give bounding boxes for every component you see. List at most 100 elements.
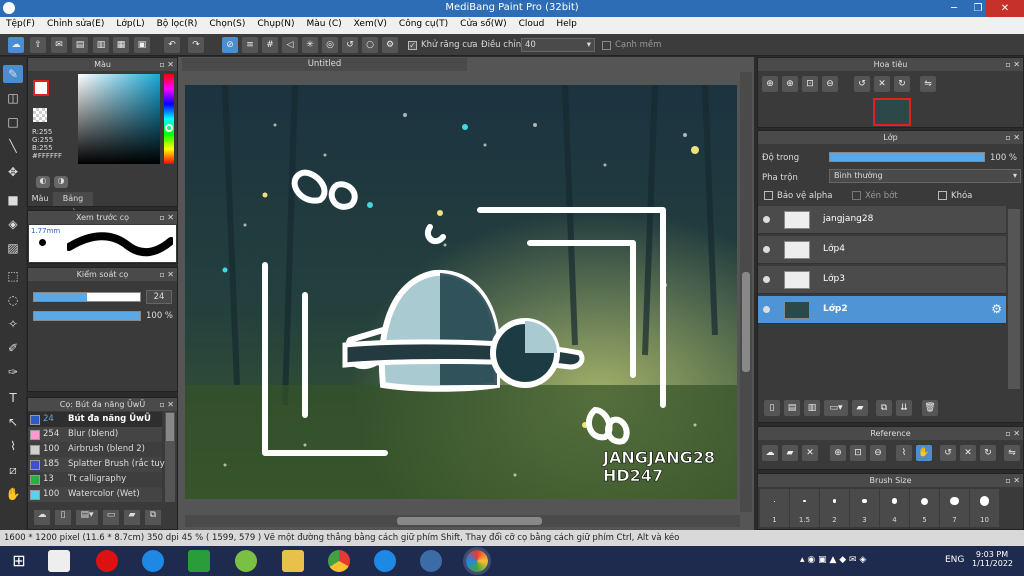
new-1bit-layer-icon[interactable]: ▥: [804, 400, 820, 416]
snap-vanish-icon[interactable]: ◁: [282, 37, 298, 53]
antialias-checkbox[interactable]: ✓: [408, 41, 417, 50]
brush-list-item[interactable]: 254 Blur (blend): [28, 427, 162, 442]
move-tool-icon[interactable]: ✥: [3, 163, 23, 181]
reference-close-icon[interactable]: ✕: [802, 445, 818, 461]
reference-reset-icon[interactable]: ✕: [960, 445, 976, 461]
layer-settings-icon[interactable]: ⚙: [991, 302, 1002, 316]
fit-icon[interactable]: ⊡: [802, 76, 818, 92]
cloud-icon[interactable]: ☁: [8, 37, 24, 53]
hue-handle[interactable]: [165, 124, 173, 132]
zoom-out-icon[interactable]: ⊖: [822, 76, 838, 92]
tab-palette[interactable]: Bảng màu: [53, 192, 93, 217]
new-brush-icon[interactable]: ▯: [55, 510, 71, 525]
brush-tool-icon[interactable]: ✎: [3, 65, 23, 83]
reference-open-icon[interactable]: ▰: [782, 445, 798, 461]
reference-cloud-icon[interactable]: ☁: [762, 445, 778, 461]
layer-row[interactable]: Lớp2 ⚙: [758, 296, 1006, 324]
gradient-tool-icon[interactable]: ▨: [3, 239, 23, 257]
chrome-profile-icon[interactable]: [420, 550, 442, 572]
menu-filter[interactable]: Bộ lọc(R): [151, 17, 204, 29]
brush-duplicate-icon[interactable]: ⧉: [145, 510, 161, 525]
divide-tool-icon[interactable]: ⧄: [3, 461, 23, 479]
reference-hand-icon[interactable]: ✋: [916, 445, 932, 461]
eraser-tool-icon[interactable]: ◫: [3, 89, 23, 107]
doc-icon[interactable]: ▥: [93, 37, 109, 53]
delete-layer-icon[interactable]: 🗑: [922, 400, 938, 416]
bucket-tool-icon[interactable]: ◈: [3, 215, 23, 233]
brush-size-cell[interactable]: 7: [940, 489, 969, 527]
share-icon[interactable]: ⇪: [30, 37, 46, 53]
menu-edit[interactable]: Chỉnh sửa(E): [41, 17, 110, 29]
brush-menu-icon[interactable]: ▤▾: [76, 510, 98, 525]
snap-radial-icon[interactable]: ✳: [302, 37, 318, 53]
brush-list-item[interactable]: 100 Airbrush (blend 2): [28, 442, 162, 457]
layer-visibility-icon[interactable]: [763, 306, 770, 313]
zoom-in-icon[interactable]: ⊕: [782, 76, 798, 92]
panel-close-icon[interactable]: ▫ ✕: [159, 268, 174, 281]
menu-select[interactable]: Chọn(S): [203, 17, 251, 29]
menu-view[interactable]: Xem(V): [348, 17, 393, 29]
brush-list-item[interactable]: 24 Bút đa năng ŪwŪ: [28, 412, 162, 427]
hand-tool-icon[interactable]: ✋: [3, 485, 23, 503]
brush-size-cell[interactable]: 5: [910, 489, 939, 527]
layer-visibility-icon[interactable]: [763, 216, 770, 223]
rotate-icon[interactable]: ↺: [854, 76, 870, 92]
brush-size-slider[interactable]: [33, 292, 141, 302]
new-layer-icon[interactable]: ▯: [764, 400, 780, 416]
brush-size-cell[interactable]: 2: [820, 489, 849, 527]
grid-icon[interactable]: ▦: [113, 37, 129, 53]
flip-icon[interactable]: ⇋: [920, 76, 936, 92]
add-brush-cloud-icon[interactable]: ☁: [34, 510, 50, 525]
foreground-color-swatch[interactable]: [33, 80, 49, 96]
select-eraser-icon[interactable]: ✑: [3, 363, 23, 381]
protect-alpha-checkbox[interactable]: [764, 191, 773, 200]
layer-visibility-icon[interactable]: [763, 246, 770, 253]
palette-icon[interactable]: ◑: [54, 176, 68, 188]
dropper-icon[interactable]: ⌇: [3, 437, 23, 455]
sharp-edge-checkbox[interactable]: [602, 41, 611, 50]
tray-icons[interactable]: ▴ ◉ ▣ ▲ ◆ ✉ ◈: [800, 555, 866, 565]
brush-size-cell[interactable]: 1.5: [790, 489, 819, 527]
snap-curve-icon[interactable]: ↺: [342, 37, 358, 53]
layer-row[interactable]: jangjang28: [758, 206, 1006, 234]
brush-size-cell[interactable]: 3: [850, 489, 879, 527]
brush-settings-icon[interactable]: ▭: [103, 510, 119, 525]
operation-tool-icon[interactable]: ↖: [3, 413, 23, 431]
adjust-select[interactable]: 40 ▾: [521, 38, 595, 52]
lasso-icon[interactable]: ◌: [3, 291, 23, 309]
fill-rect-icon[interactable]: ■: [3, 191, 23, 209]
layer-row[interactable]: Lớp4: [758, 236, 1006, 264]
reference-zoom-in-icon[interactable]: ⊕: [830, 445, 846, 461]
rotate-right-icon[interactable]: ↻: [894, 76, 910, 92]
layer-type-menu-icon[interactable]: ▭▾: [824, 400, 848, 416]
snap-circle-icon[interactable]: ◎: [322, 37, 338, 53]
explorer-icon[interactable]: [282, 550, 304, 572]
panel-close-icon[interactable]: ▫ ✕: [1005, 58, 1020, 71]
menu-layer[interactable]: Lớp(L): [110, 17, 150, 29]
panel-close-icon[interactable]: ▫ ✕: [1005, 427, 1020, 440]
language-indicator[interactable]: ENG: [945, 555, 964, 565]
menu-color[interactable]: Màu (C): [301, 17, 348, 29]
brush-list-item[interactable]: 185 Splatter Brush (rắc tuy: [28, 457, 165, 472]
layer-visibility-icon[interactable]: [763, 276, 770, 283]
ie-icon[interactable]: [142, 550, 164, 572]
menu-file[interactable]: Tệp(F): [0, 17, 41, 29]
lock-checkbox[interactable]: [938, 191, 947, 200]
menu-cloud[interactable]: Cloud: [513, 17, 551, 29]
snap-settings-icon[interactable]: ⚙: [382, 37, 398, 53]
brush-list-item[interactable]: 13 Tt calligraphy: [28, 472, 162, 487]
reference-fit-icon[interactable]: ⊡: [850, 445, 866, 461]
layer-opacity-slider[interactable]: [829, 152, 985, 162]
zoom-in-icon[interactable]: ⊕: [762, 76, 778, 92]
reference-dropper-icon[interactable]: ⌇: [896, 445, 912, 461]
brush-size-value[interactable]: 24: [146, 290, 172, 304]
select-pen-icon[interactable]: ✐: [3, 339, 23, 357]
layer-folder-icon[interactable]: ▰: [852, 400, 868, 416]
duplicate-layer-icon[interactable]: ⧉: [876, 400, 892, 416]
close-button[interactable]: ✕: [986, 0, 1024, 17]
zalo-icon[interactable]: [374, 550, 396, 572]
reference-flip-icon[interactable]: ⇋: [1004, 445, 1020, 461]
snap-ellipse-icon[interactable]: ○: [362, 37, 378, 53]
panel-close-icon[interactable]: ▫ ✕: [159, 58, 174, 71]
clipping-checkbox[interactable]: [852, 191, 861, 200]
